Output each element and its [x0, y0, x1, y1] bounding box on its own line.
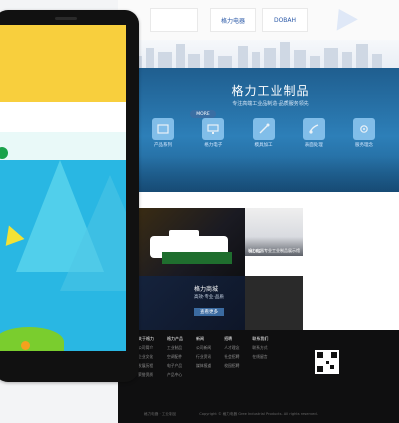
footer-heading[interactable]: 新闻 [196, 336, 211, 342]
footer-column: 关于格力 公司简介 企业文化 发展历程 荣誉资质 [138, 336, 154, 381]
gear-icon [353, 118, 375, 140]
service-icons-row: 产品系列 格力电子 模具加工 表面处理 服务理念 [136, 118, 391, 148]
screen-white-section [0, 102, 126, 132]
footer-link[interactable]: 发展历程 [138, 363, 154, 369]
footer-heading[interactable]: 格力产品 [167, 336, 183, 342]
desk-top-shape [169, 230, 199, 240]
service-label: 产品系列 [154, 143, 172, 148]
banner-more-button[interactable]: MORE [190, 110, 216, 118]
service-card[interactable]: 服务理念 [347, 118, 381, 148]
mall-card[interactable]: 格力商城 高效·专业·品质 查看更多 [136, 276, 245, 330]
logo-1[interactable] [150, 8, 198, 32]
footer-heading[interactable]: 关于格力 [138, 336, 154, 342]
footer-link[interactable]: 校园招聘 [224, 363, 239, 369]
banner-subtitle: 专注高端工业品制造·品质服务领先 [232, 101, 309, 107]
hero-banner: 格力工业制品 专注高端工业品制造·品质服务领先 MORE 产品系列 格力电子 模… [118, 68, 399, 192]
paper-plane-icon [328, 3, 358, 31]
footer-column: 联系我们 联系方式 在线留言 [252, 336, 268, 381]
image-caption: 格力电器专业工业制品展示馆 [248, 248, 300, 253]
tablet-device [0, 10, 139, 382]
tools-icon [252, 118, 275, 140]
footer-copyright: Copyright © 格力电器 Gree Industrial Product… [199, 412, 318, 416]
footer-link[interactable]: 社会招聘 [224, 354, 239, 360]
service-label: 服务理念 [355, 143, 373, 148]
footer-link[interactable]: 行业资讯 [196, 354, 211, 360]
service-card[interactable]: 模具加工 [247, 118, 281, 148]
footer: 关于格力 公司简介 企业文化 发展历程 荣誉资质 格力产品 工业制品 空调配件 … [118, 330, 399, 423]
footer-link[interactable]: 荣誉资质 [138, 372, 154, 378]
footer-heading[interactable]: 联系我们 [252, 336, 268, 342]
tablet-camera [55, 17, 77, 20]
plants [162, 252, 232, 264]
footer-column: 新闻 公司新闻 行业资讯 媒体报道 [196, 336, 211, 381]
header-logos-bar: 格力电器 DOBAH [118, 0, 399, 41]
footer-column: 招聘 人才理念 社会招聘 校园招聘 [224, 336, 239, 381]
brush-icon [302, 118, 325, 140]
footer-link[interactable]: 公司简介 [138, 345, 154, 351]
qr-code-icon [315, 350, 339, 374]
footer-link[interactable]: 联系方式 [252, 345, 268, 351]
tablet-screen[interactable] [0, 25, 126, 351]
footer-link[interactable]: 电子产品 [167, 363, 183, 369]
logo-3[interactable]: DOBAH [262, 8, 308, 32]
logo-2[interactable]: 格力电器 [210, 8, 256, 32]
footer-link[interactable]: 工业制品 [167, 345, 183, 351]
logo-3-label: DOBAH [273, 16, 297, 24]
meeting-room-image[interactable]: MORE 格力电器专业工业制品展示馆 [245, 208, 303, 256]
screenshot-page: 格力电器 DOBAH 格力工业制品 专注高端工业品制造·品质服务领先 MORE … [0, 0, 399, 423]
footer-columns: 关于格力 公司简介 企业文化 发展历程 荣誉资质 格力产品 工业制品 空调配件 … [138, 336, 268, 381]
service-label: 表面处理 [304, 143, 323, 148]
service-card[interactable]: 表面处理 [297, 118, 331, 148]
mall-card-subtitle: 高效·专业·品质 [194, 295, 224, 300]
banner-title: 格力工业制品 [231, 84, 310, 98]
footer-link[interactable]: 人才理念 [224, 345, 239, 351]
screen-yellow-section [0, 25, 126, 102]
showroom-image[interactable] [136, 208, 245, 276]
footer-column: 格力产品 工业制品 空调配件 电子产品 产品中心 [167, 336, 183, 381]
auditorium-image[interactable] [245, 276, 303, 330]
bush-illustration [0, 327, 64, 351]
website-screenshot: 格力电器 DOBAH 格力工业制品 专注高端工业品制造·品质服务领先 MORE … [118, 0, 399, 423]
sun-icon [21, 341, 30, 350]
footer-link[interactable]: 产品中心 [167, 372, 183, 378]
mall-card-title: 格力商城 [194, 286, 219, 293]
monitor-icon [202, 118, 225, 140]
service-label: 模具加工 [254, 143, 273, 148]
service-card[interactable]: 产品系列 [146, 118, 180, 148]
screen-light-section [0, 132, 126, 160]
service-label: 格力电子 [204, 143, 223, 148]
city-skyline [118, 40, 399, 68]
service-card[interactable]: 格力电子 [196, 118, 230, 148]
footer-link[interactable]: 企业文化 [138, 354, 154, 360]
logo-2-label: 格力电器 [220, 17, 245, 25]
footer-link[interactable]: 空调配件 [167, 354, 183, 360]
footer-link[interactable]: 在线留言 [252, 354, 268, 360]
footer-heading[interactable]: 招聘 [224, 336, 239, 342]
box-icon [152, 118, 174, 140]
footer-link[interactable]: 媒体报道 [196, 363, 211, 369]
mall-card-button[interactable]: 查看更多 [194, 308, 224, 316]
screen-triangle [60, 175, 126, 291]
footer-link[interactable]: 公司新闻 [196, 345, 211, 351]
